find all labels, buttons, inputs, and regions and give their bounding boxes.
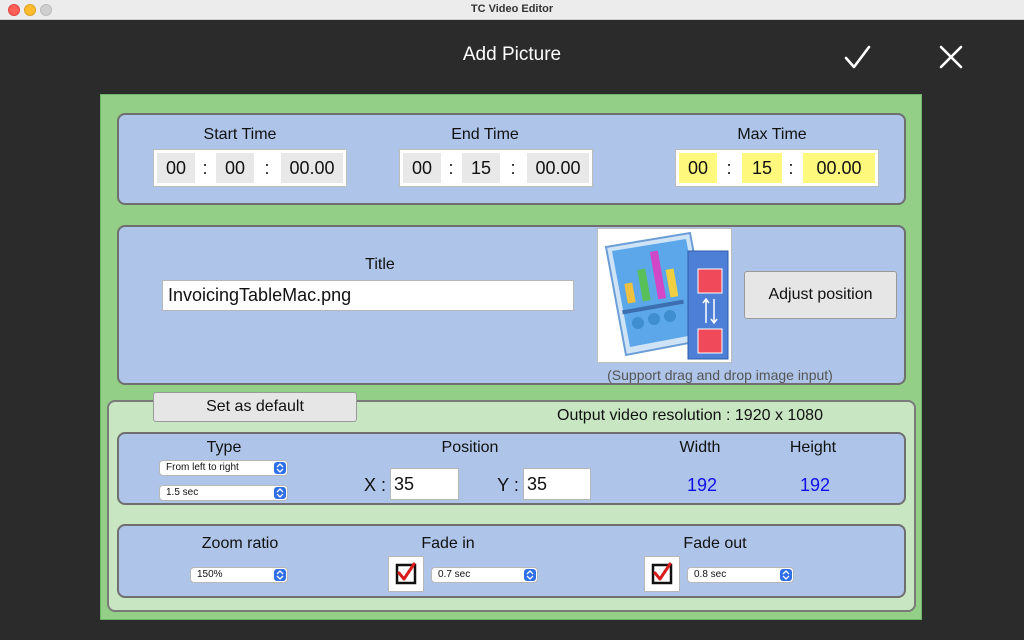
- presentation-image-icon: [598, 229, 731, 362]
- checkbox-checked-icon: [651, 562, 673, 585]
- width-value: 192: [686, 475, 718, 495]
- chevron-updown-icon: [780, 569, 792, 581]
- chevron-updown-icon: [524, 569, 536, 581]
- end-hours-input[interactable]: 00: [403, 153, 441, 183]
- max-minutes-value: 15: [742, 153, 782, 183]
- fade-in-duration-select[interactable]: 0.7 sec: [431, 567, 538, 583]
- position-y-input[interactable]: 35: [523, 468, 591, 500]
- checkmark-icon[interactable]: [842, 42, 872, 72]
- start-seconds-input[interactable]: 00.00: [281, 153, 343, 183]
- height-label: Height: [789, 439, 837, 456]
- time-separator: :: [448, 158, 454, 178]
- end-minutes-input[interactable]: 15: [462, 153, 500, 183]
- chevron-updown-icon: [274, 462, 286, 474]
- checkbox-checked-icon: [395, 562, 417, 585]
- fade-out-duration-value: 0.8 sec: [694, 569, 727, 580]
- max-time-label: Max Time: [737, 126, 807, 143]
- drag-drop-hint: (Support drag and drop image input): [607, 367, 833, 383]
- picture-preview[interactable]: [597, 228, 732, 363]
- fade-out-checkbox[interactable]: [644, 556, 680, 592]
- chevron-updown-icon: [274, 569, 286, 581]
- time-separator: :: [510, 158, 516, 178]
- window-titlebar: TC Video Editor: [0, 0, 1024, 20]
- max-seconds-value: 00.00: [803, 153, 875, 183]
- set-as-default-button[interactable]: Set as default: [153, 392, 357, 422]
- max-time-field: 00 : 15 : 00.00: [675, 149, 879, 187]
- fade-in-checkbox[interactable]: [388, 556, 424, 592]
- height-value: 192: [799, 475, 831, 495]
- zoom-ratio-select[interactable]: 150%: [190, 567, 288, 583]
- zoom-ratio-value: 150%: [197, 569, 223, 580]
- close-icon[interactable]: [936, 42, 966, 72]
- fade-in-label: Fade in: [421, 535, 475, 552]
- fade-out-label: Fade out: [683, 535, 747, 552]
- start-hours-input[interactable]: 00: [157, 153, 195, 183]
- time-separator: :: [726, 158, 732, 178]
- fade-out-duration-select[interactable]: 0.8 sec: [687, 567, 794, 583]
- time-separator: :: [264, 158, 270, 178]
- end-time-field: 00 : 15 : 00.00: [399, 149, 593, 187]
- start-minutes-input[interactable]: 00: [216, 153, 254, 183]
- transition-duration-value: 1.5 sec: [166, 487, 199, 498]
- time-separator: :: [788, 158, 794, 178]
- end-time-label: End Time: [451, 126, 519, 143]
- window-title: TC Video Editor: [470, 3, 554, 15]
- start-time-field: 00 : 00 : 00.00: [153, 149, 347, 187]
- direction-select-value: From left to right: [166, 462, 239, 473]
- title-input[interactable]: InvoicingTableMac.png: [162, 280, 574, 311]
- max-hours-value: 00: [679, 153, 717, 183]
- title-label: Title: [365, 256, 395, 273]
- zoom-ratio-label: Zoom ratio: [201, 535, 279, 552]
- position-x-label: X :: [363, 475, 386, 495]
- adjust-position-button[interactable]: Adjust position: [744, 271, 897, 319]
- end-seconds-input[interactable]: 00.00: [527, 153, 589, 183]
- type-label: Type: [206, 439, 242, 456]
- output-resolution: Output video resolution : 1920 x 1080: [557, 407, 823, 424]
- position-x-input[interactable]: 35: [390, 468, 459, 500]
- width-label: Width: [679, 439, 721, 456]
- start-time-label: Start Time: [203, 126, 277, 143]
- direction-select[interactable]: From left to right: [159, 460, 288, 476]
- position-label: Position: [441, 439, 499, 456]
- time-separator: :: [202, 158, 208, 178]
- position-y-label: Y :: [497, 475, 519, 495]
- fade-in-duration-value: 0.7 sec: [438, 569, 471, 580]
- chevron-updown-icon: [274, 487, 286, 499]
- transition-duration-select[interactable]: 1.5 sec: [159, 485, 288, 501]
